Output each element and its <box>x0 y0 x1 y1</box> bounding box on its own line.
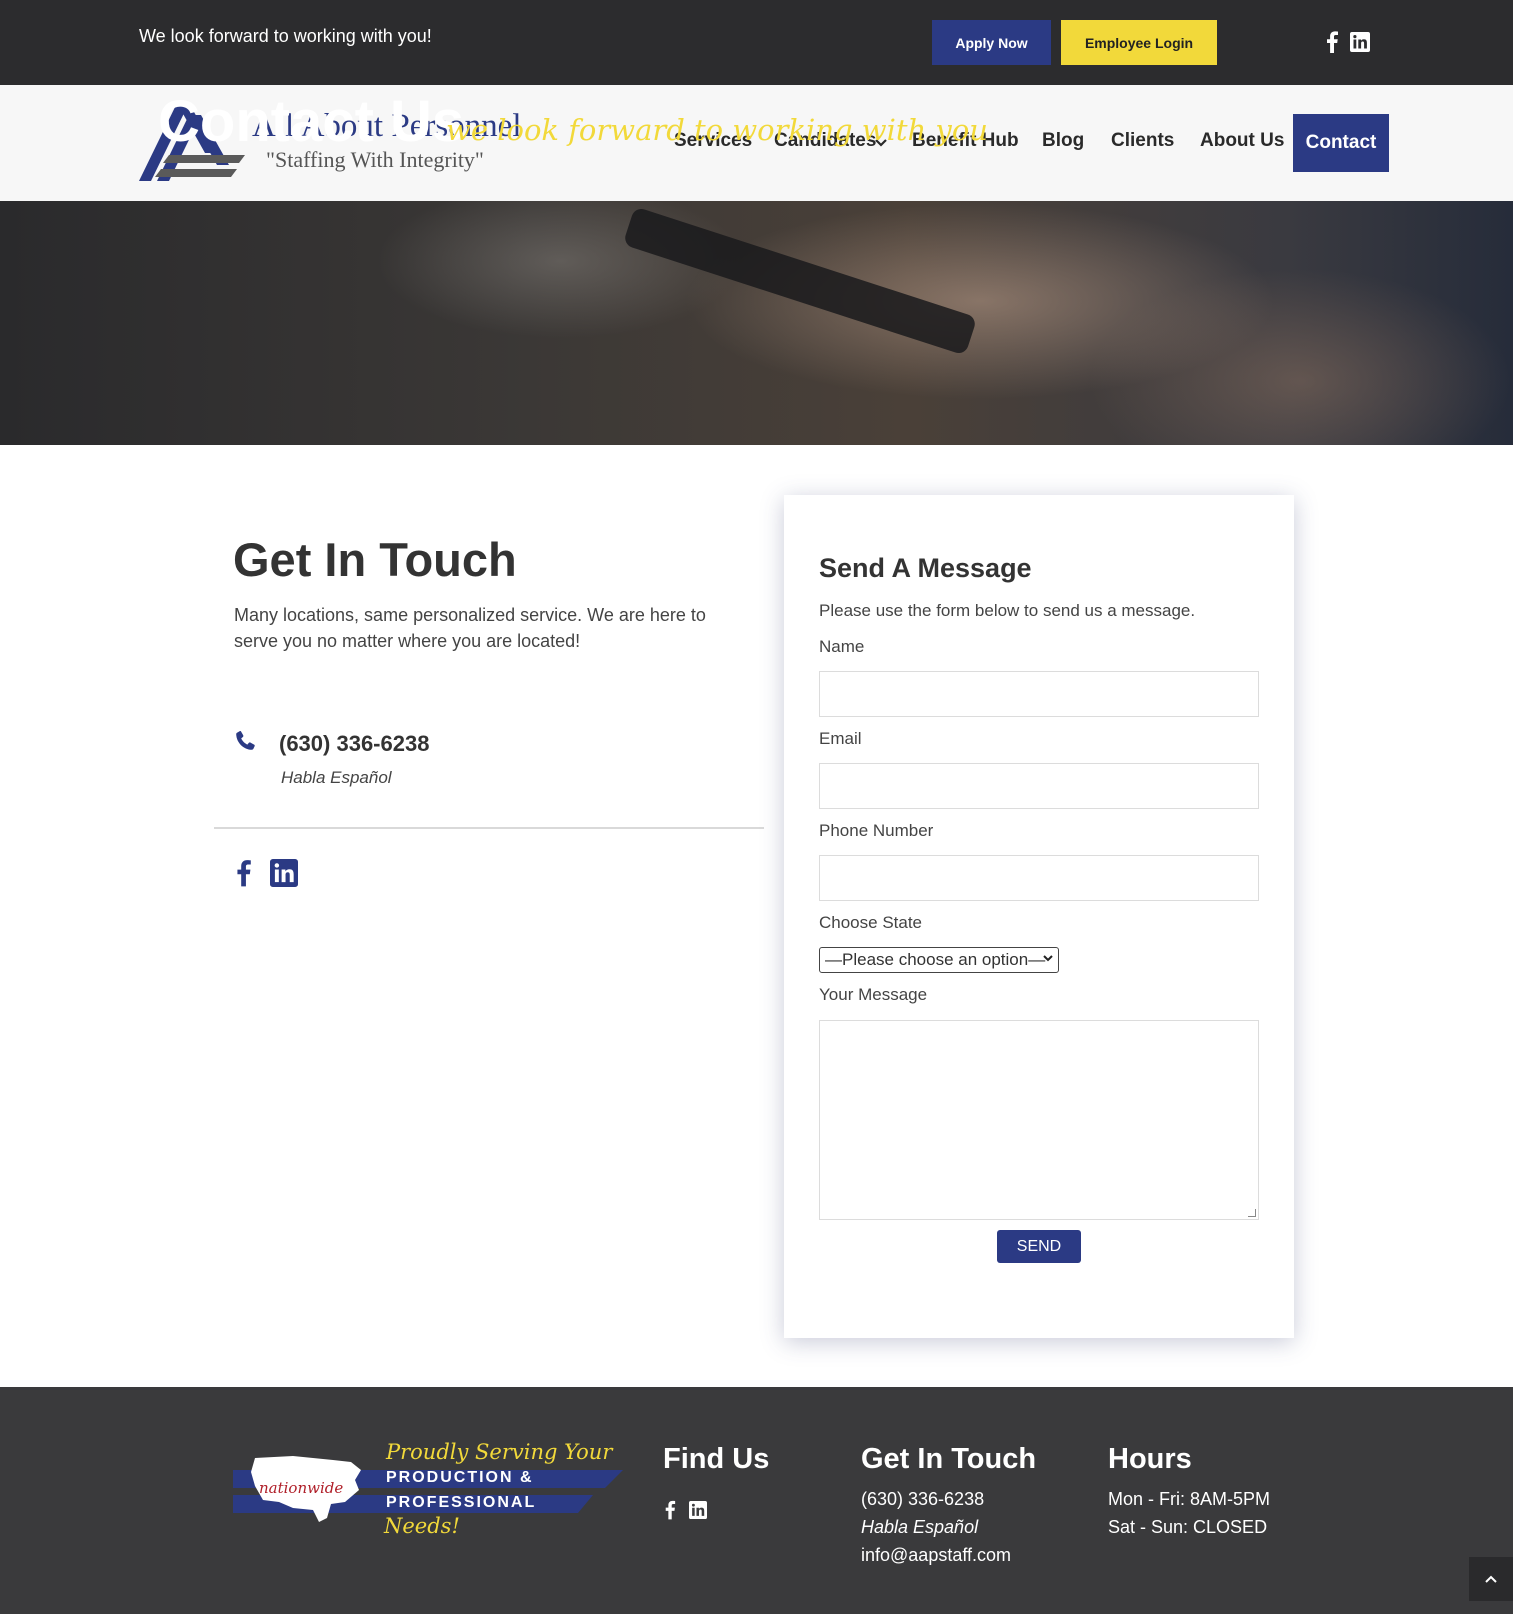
badge-line-2: PRODUCTION & <box>386 1469 534 1486</box>
nav-contact[interactable]: Contact <box>1293 114 1389 172</box>
hours-weekday: Mon - Fri: 8AM-5PM <box>1108 1489 1271 1509</box>
message-textarea[interactable] <box>819 1020 1259 1220</box>
nav-blog[interactable]: Blog <box>1042 130 1084 152</box>
name-field[interactable] <box>819 671 1259 717</box>
resize-handle-icon[interactable] <box>1248 1209 1256 1217</box>
apply-now-button[interactable]: Apply Now <box>932 20 1051 65</box>
page-title: Contact Us <box>158 89 465 154</box>
phone-field[interactable] <box>819 855 1259 901</box>
footer-phone-link[interactable]: (630) 336-6238 <box>861 1489 984 1510</box>
badge-line-3: PROFESSIONAL <box>386 1494 537 1511</box>
name-label: Name <box>819 637 865 656</box>
badge-line-4: Needs! <box>384 1514 460 1538</box>
hero-background-image <box>622 206 978 356</box>
chevron-up-icon <box>1485 1575 1497 1583</box>
hero-banner <box>0 201 1513 445</box>
footer-find-us-heading: Find Us <box>663 1443 770 1475</box>
nav-about-us[interactable]: About Us <box>1200 130 1284 152</box>
footer-hours-heading: Hours <box>1108 1443 1192 1475</box>
phone-label: Phone Number <box>819 821 934 840</box>
top-bar-message: We look forward to working with you! <box>139 26 432 46</box>
email-label: Email <box>819 729 862 748</box>
facebook-icon[interactable] <box>233 857 253 889</box>
linkedin-icon[interactable] <box>1349 30 1371 54</box>
hero-subtitle: we look forward to working with you <box>446 113 988 147</box>
employee-login-button[interactable]: Employee Login <box>1061 20 1217 65</box>
state-label: Choose State <box>819 913 923 932</box>
state-select[interactable]: —Please choose an option— <box>819 947 1059 973</box>
facebook-icon[interactable] <box>1321 30 1343 54</box>
chevron-down-icon <box>1042 952 1054 967</box>
state-select-value: —Please choose an option— <box>825 950 1046 969</box>
section-divider <box>214 827 764 829</box>
badge-nationwide-text: nationwide <box>259 1479 344 1497</box>
phone-icon <box>233 729 257 753</box>
hours-weekend: Sat - Sun: CLOSED <box>1108 1517 1268 1537</box>
linkedin-icon[interactable] <box>688 1499 708 1521</box>
send-button[interactable]: SEND <box>997 1230 1081 1263</box>
footer-language-note: Habla Español <box>861 1517 979 1537</box>
email-field[interactable] <box>819 763 1259 809</box>
nav-clients[interactable]: Clients <box>1111 130 1174 152</box>
linkedin-icon[interactable] <box>270 857 298 889</box>
phone-number-link[interactable]: (630) 336-6238 <box>279 731 429 757</box>
footer-email-link[interactable]: info@aapstaff.com <box>861 1545 1011 1566</box>
footer-get-in-touch-heading: Get In Touch <box>861 1443 1037 1475</box>
get-in-touch-description: Many locations, same personalized servic… <box>234 605 706 651</box>
get-in-touch-heading: Get In Touch <box>233 533 517 586</box>
form-intro: Please use the form below to send us a m… <box>819 601 1196 620</box>
back-to-top-button[interactable] <box>1469 1557 1513 1601</box>
site-footer <box>0 1387 1513 1614</box>
message-label: Your Message <box>819 985 928 1004</box>
badge-line-1: Proudly Serving Your <box>386 1440 613 1464</box>
language-note: Habla Español <box>281 768 392 787</box>
form-title: Send A Message <box>819 553 1032 583</box>
facebook-icon[interactable] <box>663 1499 677 1521</box>
